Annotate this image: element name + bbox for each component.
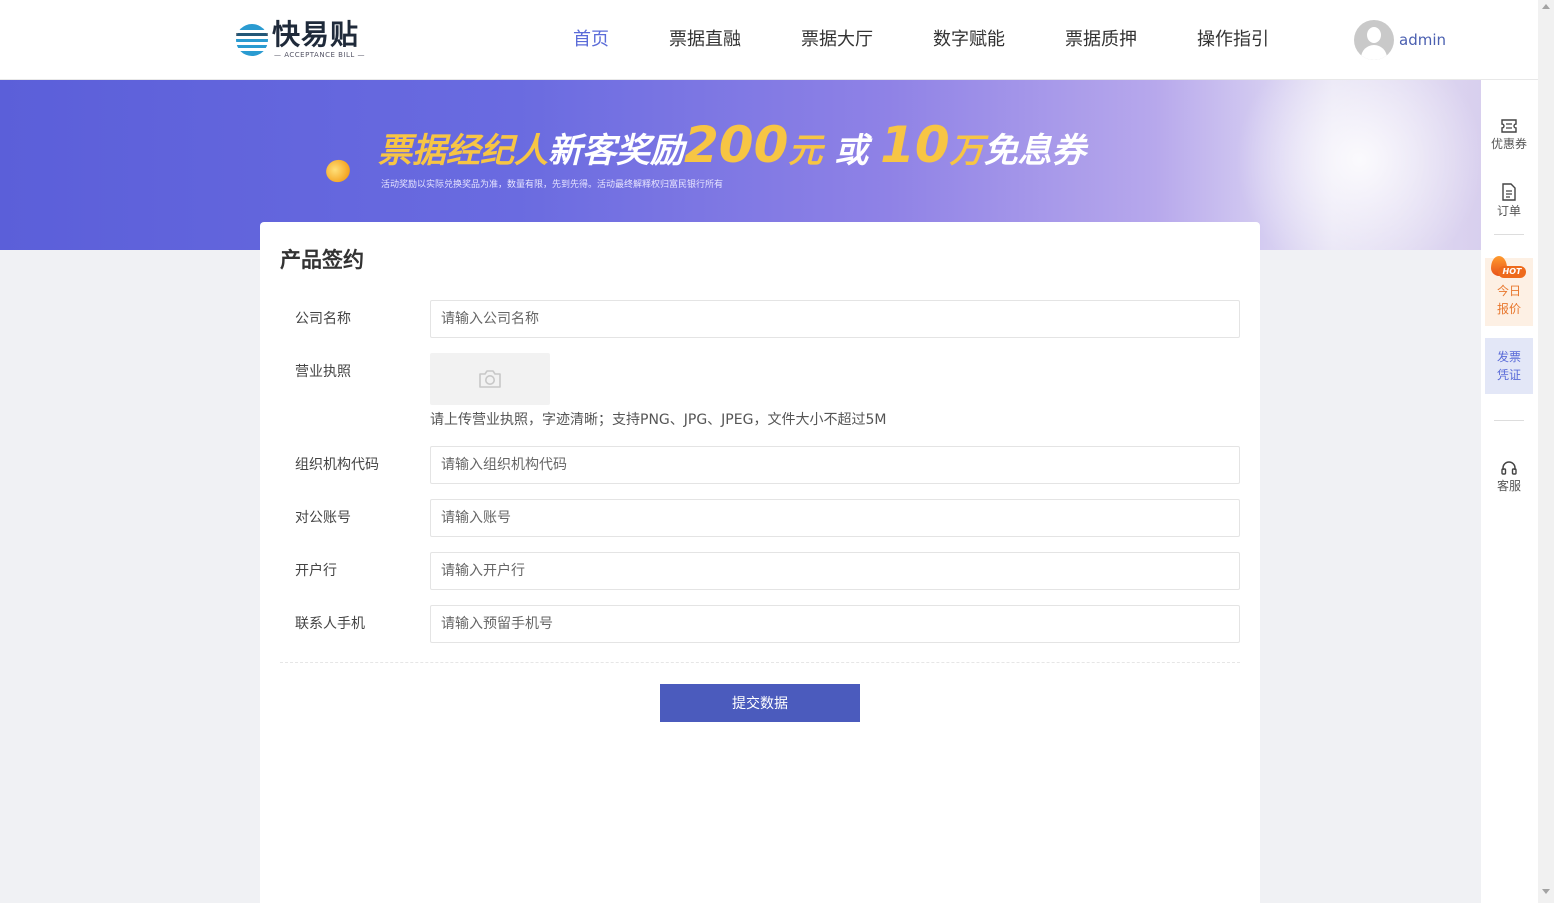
logo-text: 快易贴 bbox=[272, 18, 360, 51]
divider bbox=[280, 662, 1240, 663]
coin-icon bbox=[322, 156, 354, 186]
submit-button[interactable]: 提交数据 bbox=[660, 684, 860, 722]
bank-label: 开户行 bbox=[295, 563, 337, 579]
page-scrollbar[interactable] bbox=[1538, 0, 1554, 903]
nav-item-direct-finance[interactable]: 票据直融 bbox=[669, 28, 741, 52]
signup-card: 产品签约 公司名称 营业执照 请上传营业执照，字迹清晰；支持PNG、JPG、JP… bbox=[260, 222, 1260, 903]
customer-service-label: 客服 bbox=[1496, 479, 1521, 493]
company-name-label: 公司名称 bbox=[295, 311, 351, 327]
sidebar-item-customer-service[interactable]: 客服 bbox=[1485, 460, 1533, 494]
avatar[interactable] bbox=[1354, 20, 1394, 60]
page-title: 产品签约 bbox=[280, 248, 364, 272]
banner-title-part3: 免息券 bbox=[983, 131, 1086, 171]
banner-unit1: 元 bbox=[788, 131, 823, 171]
logo-globe-icon bbox=[236, 24, 268, 56]
document-icon bbox=[1502, 183, 1516, 201]
sidebar-item-coupon[interactable]: 优惠券 bbox=[1485, 118, 1533, 152]
hot-badge: HOT bbox=[1498, 266, 1526, 278]
right-sidebar: 优惠券 订单 HOT 今日 报价 发票 凭证 客服 bbox=[1481, 80, 1538, 903]
banner-title-part2: 新客奖励 bbox=[548, 131, 684, 171]
camera-icon bbox=[479, 370, 501, 388]
banner-amount1: 200 bbox=[684, 116, 789, 174]
banner-amount2: 10 bbox=[880, 116, 950, 174]
logo[interactable]: 快易贴 — ACCEPTANCE BILL — bbox=[234, 18, 374, 62]
banner-title-part1: 票据经纪人 bbox=[378, 131, 548, 171]
nav-item-bill-pledge[interactable]: 票据质押 bbox=[1065, 28, 1137, 52]
org-code-input[interactable] bbox=[430, 446, 1240, 484]
banner-unit2: 万 bbox=[949, 131, 984, 171]
sidebar-divider bbox=[1494, 234, 1524, 235]
scroll-up-arrow-icon[interactable] bbox=[1542, 4, 1550, 9]
account-number-label: 对公账号 bbox=[295, 510, 351, 526]
ticket-icon bbox=[1501, 119, 1517, 133]
today-quote-line1: 今日 bbox=[1496, 284, 1521, 298]
banner-note: 活动奖励以实际兑换奖品为准，数量有限，先到先得。活动最终解释权归富民银行所有 bbox=[381, 180, 724, 190]
nav-item-guide[interactable]: 操作指引 bbox=[1197, 28, 1269, 52]
sidebar-item-invoice[interactable]: 发票 凭证 bbox=[1485, 338, 1533, 394]
invoice-label: 发票 凭证 bbox=[1485, 348, 1533, 384]
logo-subtitle: — ACCEPTANCE BILL — bbox=[274, 51, 365, 59]
sidebar-divider bbox=[1494, 420, 1524, 421]
invoice-line2: 凭证 bbox=[1496, 368, 1521, 382]
contact-phone-label: 联系人手机 bbox=[295, 616, 365, 632]
business-license-upload[interactable] bbox=[430, 353, 550, 405]
banner-or: 或 bbox=[822, 131, 881, 171]
org-code-label: 组织机构代码 bbox=[295, 457, 379, 473]
account-number-input[interactable] bbox=[430, 499, 1240, 537]
scroll-down-arrow-icon[interactable] bbox=[1542, 889, 1550, 894]
bank-input[interactable] bbox=[430, 552, 1240, 590]
company-name-input[interactable] bbox=[430, 300, 1240, 338]
nav-item-bill-hall[interactable]: 票据大厅 bbox=[801, 28, 873, 52]
today-quote-label: 今日 报价 bbox=[1485, 282, 1533, 318]
top-navbar: 快易贴 — ACCEPTANCE BILL — 首页 票据直融 票据大厅 数字赋… bbox=[0, 0, 1538, 80]
invoice-line1: 发票 bbox=[1496, 350, 1521, 364]
banner-title: 票据经纪人新客奖励200元 或 10万免息券 bbox=[378, 116, 1086, 176]
nav-item-home[interactable]: 首页 bbox=[573, 28, 609, 52]
contact-phone-input[interactable] bbox=[430, 605, 1240, 643]
nav-item-digital-enablement[interactable]: 数字赋能 bbox=[933, 28, 1005, 52]
headset-icon bbox=[1501, 461, 1517, 475]
business-license-label: 营业执照 bbox=[295, 364, 351, 380]
username[interactable]: admin bbox=[1399, 30, 1446, 50]
sidebar-item-today-quote[interactable]: HOT 今日 报价 bbox=[1485, 256, 1533, 326]
order-label: 订单 bbox=[1496, 204, 1521, 218]
upload-hint: 请上传营业执照，字迹清晰；支持PNG、JPG、JPEG，文件大小不超过5M bbox=[430, 412, 887, 428]
banner-glow bbox=[1230, 80, 1481, 250]
coupon-label: 优惠券 bbox=[1490, 137, 1527, 151]
sidebar-item-order[interactable]: 订单 bbox=[1485, 183, 1533, 219]
today-quote-line2: 报价 bbox=[1496, 302, 1521, 316]
